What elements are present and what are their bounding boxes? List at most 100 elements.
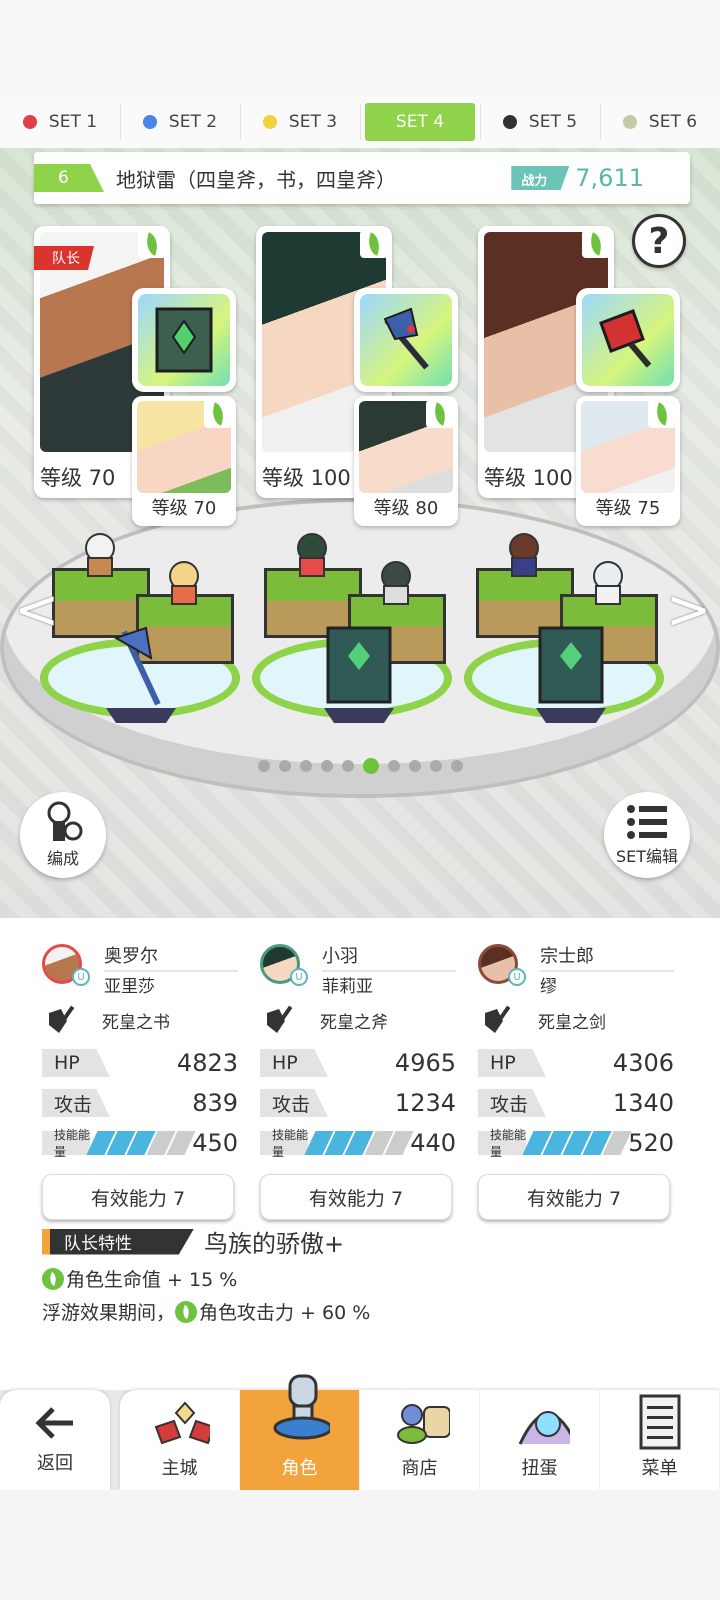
leaf-icon (175, 1300, 198, 1323)
leader-effect-line-2: 浮游效果期间， 角色攻击力 + 60 % (42, 1298, 682, 1325)
sub-character-card[interactable]: 等级 75 (576, 396, 680, 526)
bottom-navigation: 返回 主城 角色 商店 扭蛋 菜单 (0, 1374, 720, 1490)
equipment-card[interactable] (354, 288, 458, 392)
skill-energy-label: 技能能量 (260, 1128, 309, 1159)
formation-button[interactable]: 编成 (20, 792, 106, 878)
ability-button[interactable]: 有效能力 7 (478, 1174, 670, 1220)
page-dot[interactable] (387, 760, 400, 772)
tab-set-2[interactable]: SET 2 (120, 96, 240, 148)
set-color-dot (622, 115, 637, 129)
skill-energy-bar (304, 1131, 414, 1155)
page-dot[interactable] (429, 760, 442, 772)
team-number: 6 (34, 164, 104, 192)
attack-value: 1340 (612, 1089, 674, 1117)
nav-castle[interactable]: 主城 (120, 1390, 240, 1490)
nav-menu[interactable]: 菜单 (600, 1390, 720, 1490)
sub-character-level: 等级 75 (595, 498, 661, 519)
chibi-sprite[interactable] (72, 530, 128, 578)
tab-label: SET 6 (648, 112, 698, 132)
page-dot[interactable] (320, 760, 333, 772)
chibi-sprite[interactable] (496, 530, 552, 578)
shield-sword-icon (42, 1000, 82, 1040)
ability-button[interactable]: 有效能力 7 (260, 1174, 452, 1220)
back-button[interactable]: 返回 (0, 1390, 110, 1490)
hp-label: HP (42, 1049, 110, 1077)
equipment-card[interactable] (576, 288, 680, 392)
chibi-sprite[interactable] (156, 558, 212, 606)
nav-label: 菜单 (641, 1458, 678, 1479)
attack-stat: 攻击 1340 (478, 1088, 674, 1118)
team-slot-2: 等级 100 等级 80 (256, 226, 476, 526)
page-dot[interactable] (408, 760, 421, 772)
chibi-sprite[interactable] (368, 558, 424, 606)
menu-icon (630, 1394, 690, 1450)
nav-gacha[interactable]: 扭蛋 (480, 1390, 600, 1490)
formation-icon (47, 801, 83, 841)
character-level: 等级 70 (40, 466, 116, 490)
sub-character-level: 等级 70 (151, 498, 217, 519)
tab-set-3[interactable]: SET 3 (240, 96, 360, 148)
team-slot-1: 队长 等级 70 等级 70 (34, 226, 254, 526)
axe-pedestal-icon (106, 626, 176, 723)
tab-set-4[interactable]: SET 4 (360, 96, 480, 148)
leader-skill-name: 鸟族的骄傲+ (204, 1230, 345, 1258)
sub-character-card[interactable]: 等级 70 (132, 396, 236, 526)
nav-character[interactable]: 角色 (240, 1374, 360, 1490)
hp-stat: HP 4965 (260, 1048, 456, 1078)
nav-label: 主城 (161, 1458, 198, 1479)
page-dot[interactable] (299, 760, 312, 772)
hp-value: 4306 (612, 1049, 674, 1077)
nav-label: 扭蛋 (521, 1458, 558, 1479)
page-dot[interactable] (257, 760, 270, 772)
power-value: 7,611 (575, 164, 644, 192)
leader-effect-prefix: 浮游效果期间， (42, 1302, 176, 1324)
ability-button[interactable]: 有效能力 7 (42, 1174, 234, 1220)
partner-name: 缪 (540, 977, 557, 997)
page-dot[interactable] (450, 760, 463, 772)
leader-effect-text: 角色生命值 + 15 % (66, 1269, 238, 1291)
tab-set-5[interactable]: SET 5 (480, 96, 600, 148)
leaf-element-icon (360, 230, 388, 258)
set-edit-button[interactable]: SET编辑 (604, 792, 690, 878)
system-gesture-area (0, 1490, 720, 1600)
next-team-arrow[interactable]: > (666, 578, 711, 641)
shield-sword-icon (260, 1000, 300, 1040)
skill-energy-label: 技能能量 (42, 1128, 91, 1159)
team-slot-3: 等级 100 等级 75 (478, 226, 698, 526)
book-icon (138, 294, 230, 386)
skill-energy-bar (86, 1131, 196, 1155)
page-dot[interactable] (341, 760, 354, 772)
tab-set-1[interactable]: SET 1 (0, 96, 120, 148)
sub-character-card[interactable]: 等级 80 (354, 396, 458, 526)
page-dot[interactable] (278, 760, 291, 772)
nav-shop[interactable]: 商店 (360, 1390, 480, 1490)
book-pedestal-icon (324, 626, 394, 723)
team-info-panel: U 奥罗尔 亚里莎 死皇之书 HP 4823 攻击 839 技能能量 450 有效能… (0, 918, 720, 1390)
leaf-element-icon (648, 400, 676, 428)
chibi-sprite[interactable] (580, 558, 636, 606)
set-color-dot (262, 115, 277, 129)
leaf-element-icon (426, 400, 454, 428)
chibi-sprite[interactable] (284, 530, 340, 578)
hp-value: 4823 (176, 1049, 238, 1077)
shop-icon (390, 1394, 450, 1450)
prev-team-arrow[interactable]: < (14, 578, 59, 641)
back-label: 返回 (37, 1453, 73, 1474)
character-level: 等级 100 (262, 466, 351, 490)
main-nav-group: 主城 角色 商店 扭蛋 菜单 (120, 1374, 720, 1490)
leaf-element-icon (204, 400, 232, 428)
partner-badge-icon: U (508, 968, 526, 986)
tab-set-6[interactable]: SET 6 (600, 96, 720, 148)
partner-name: 菲莉亚 (322, 977, 373, 997)
partner-badge-icon: U (72, 968, 90, 986)
team-header[interactable]: 6 地狱雷（四皇斧，书，四皇斧） 战力 7,611 (34, 152, 690, 204)
leader-trait-section: 队长特性 鸟族的骄傲+ 角色生命值 + 15 % 浮游效果期间， 角色攻击力 +… (42, 1224, 682, 1325)
gacha-icon (510, 1394, 570, 1450)
page-dot-active[interactable] (362, 758, 379, 774)
equipment-card[interactable] (132, 288, 236, 392)
attack-label: 攻击 (478, 1089, 546, 1117)
attack-stat: 攻击 1234 (260, 1088, 456, 1118)
set-edit-label: SET编辑 (615, 847, 679, 866)
character-name: 奥罗尔 (104, 942, 238, 972)
set-color-dot (142, 115, 157, 129)
